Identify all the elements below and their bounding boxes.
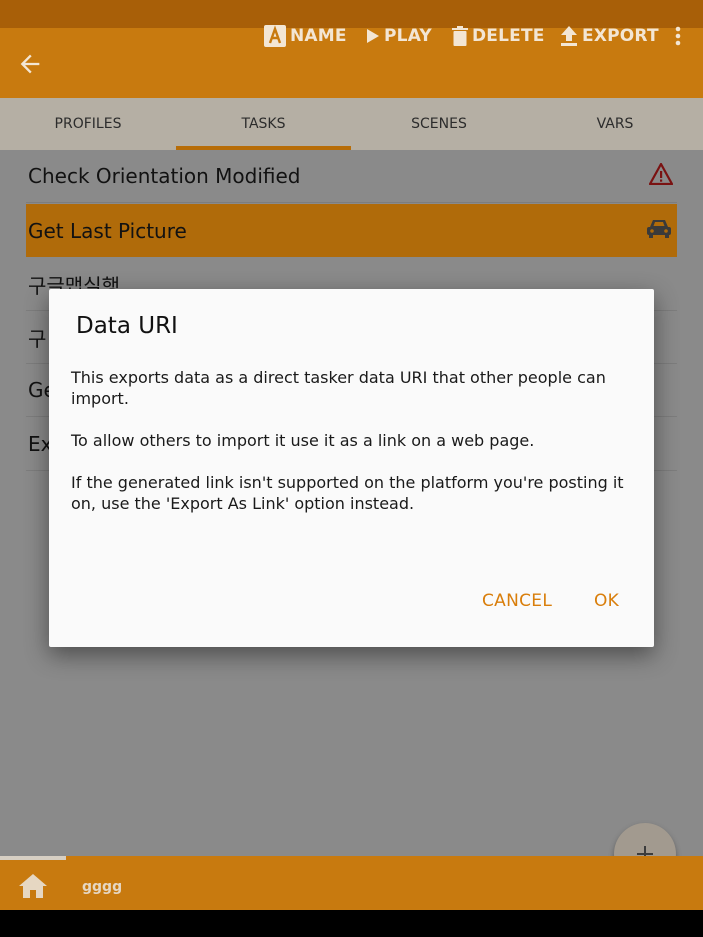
task-name: Get Last Picture	[28, 218, 187, 243]
trash-icon	[452, 26, 468, 46]
dialog-paragraph: This exports data as a direct tasker dat…	[71, 368, 606, 408]
cancel-button[interactable]: CANCEL	[482, 591, 552, 611]
dialog-paragraph: If the generated link isn't supported on…	[71, 473, 624, 513]
home-icon[interactable]	[18, 873, 48, 899]
ok-button[interactable]: OK	[594, 591, 619, 611]
name-button[interactable]: NAME	[264, 22, 347, 50]
more-vertical-icon[interactable]	[668, 22, 688, 50]
tab-profiles[interactable]: PROFILES	[0, 98, 176, 150]
car-icon	[647, 220, 671, 238]
dialog-body: This exports data as a direct tasker dat…	[71, 367, 636, 535]
name-icon	[264, 25, 286, 47]
task-name: Check Orientation Modified	[28, 164, 301, 188]
dialog-paragraph: To allow others to import it use it as a…	[71, 431, 535, 450]
tab-vars[interactable]: VARS	[527, 98, 703, 150]
back-arrow-icon[interactable]	[16, 50, 44, 78]
play-icon	[367, 29, 379, 43]
play-button[interactable]: PLAY	[366, 22, 432, 50]
tab-bar: PROFILES TASKS SCENES VARS	[0, 98, 703, 150]
tab-scenes[interactable]: SCENES	[351, 98, 527, 150]
upload-icon	[561, 26, 577, 46]
profile-name-label[interactable]: gggg	[82, 879, 122, 895]
system-nav-bar	[0, 910, 703, 937]
warning-icon	[649, 163, 673, 185]
dialog-title: Data URI	[76, 313, 178, 339]
tab-tasks[interactable]: TASKS	[176, 98, 351, 150]
data-uri-dialog: Data URI This exports data as a direct t…	[49, 289, 654, 647]
bottom-progress-indicator	[0, 856, 66, 860]
task-row[interactable]: Check Orientation Modified	[26, 150, 677, 203]
task-name: 구	[28, 326, 47, 351]
delete-button[interactable]: DELETE	[452, 22, 545, 50]
task-row-selected[interactable]: Get Last Picture	[26, 204, 677, 257]
export-button[interactable]: EXPORT	[560, 22, 659, 50]
